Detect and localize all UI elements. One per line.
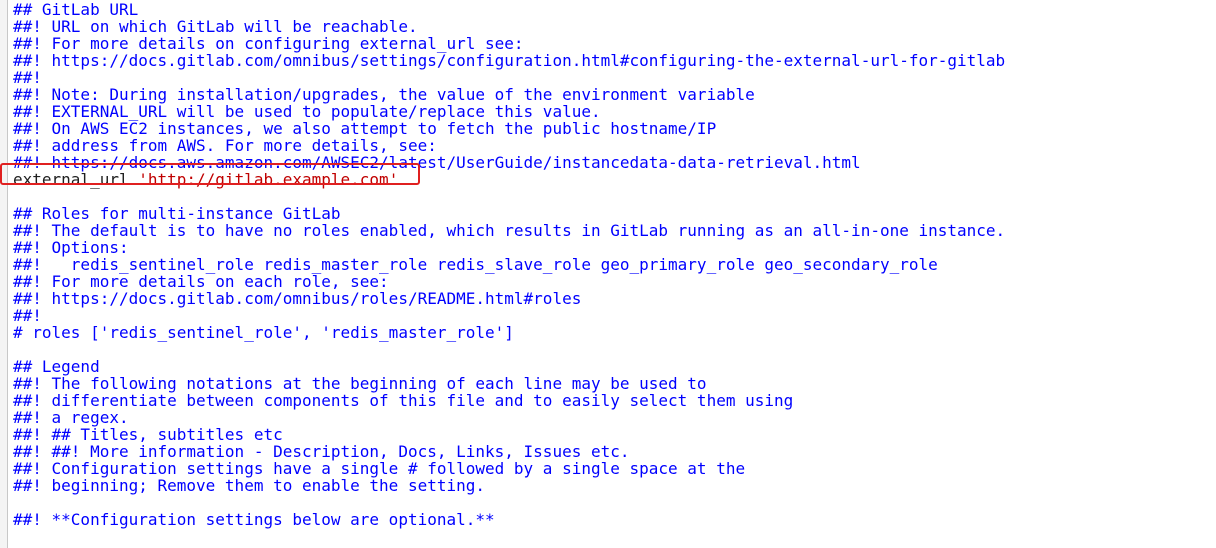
line-gutter	[0, 0, 8, 548]
code-line: ##! **Configuration settings below are o…	[13, 510, 495, 529]
setting-key: external_url	[13, 170, 139, 189]
code-line: ##! redis_sentinel_role redis_master_rol…	[13, 255, 938, 274]
code-line: ##! The default is to have no roles enab…	[13, 221, 1006, 240]
code-line: ##! address from AWS. For more details, …	[13, 136, 437, 155]
code-line: ##! https://docs.gitlab.com/omnibus/sett…	[13, 51, 1006, 70]
code-line: ##! For more details on each role, see:	[13, 272, 389, 291]
code-line: ## Roles for multi-instance GitLab	[13, 204, 341, 223]
code-line: ## GitLab URL	[13, 0, 139, 19]
code-line: ##! https://docs.gitlab.com/omnibus/role…	[13, 289, 582, 308]
code-line: ##! On AWS EC2 instances, we also attemp…	[13, 119, 717, 138]
setting-string-value: 'http://gitlab.example.com'	[138, 170, 399, 189]
code-line: ##! Configuration settings have a single…	[13, 459, 746, 478]
text-editor[interactable]: ## GitLab URL ##! URL on which GitLab wi…	[0, 0, 1216, 548]
code-line: ##!	[13, 306, 42, 325]
code-line: ##! beginning; Remove them to enable the…	[13, 476, 486, 495]
code-line: ##! The following notations at the begin…	[13, 374, 707, 393]
code-line: ##!	[13, 68, 42, 87]
code-line: ##! a regex.	[13, 408, 129, 427]
code-area[interactable]: ## GitLab URL ##! URL on which GitLab wi…	[13, 1, 1216, 528]
code-line: ##! URL on which GitLab will be reachabl…	[13, 17, 418, 36]
code-line: ## Legend	[13, 357, 100, 376]
code-line: ##! ##! More information - Description, …	[13, 442, 630, 461]
code-line: # roles ['redis_sentinel_role', 'redis_m…	[13, 323, 514, 342]
code-line: ##! differentiate between components of …	[13, 391, 794, 410]
code-line: ##! Note: During installation/upgrades, …	[13, 85, 755, 104]
code-line: ##! https://docs.aws.amazon.com/AWSEC2/l…	[13, 153, 861, 172]
code-line: ##! Options:	[13, 238, 129, 257]
code-line: ##! For more details on configuring exte…	[13, 34, 524, 53]
code-line: ##! ## Titles, subtitles etc	[13, 425, 283, 444]
code-line: ##! EXTERNAL_URL will be used to populat…	[13, 102, 601, 121]
external-url-setting-line: external_url 'http://gitlab.example.com'	[13, 171, 1216, 188]
